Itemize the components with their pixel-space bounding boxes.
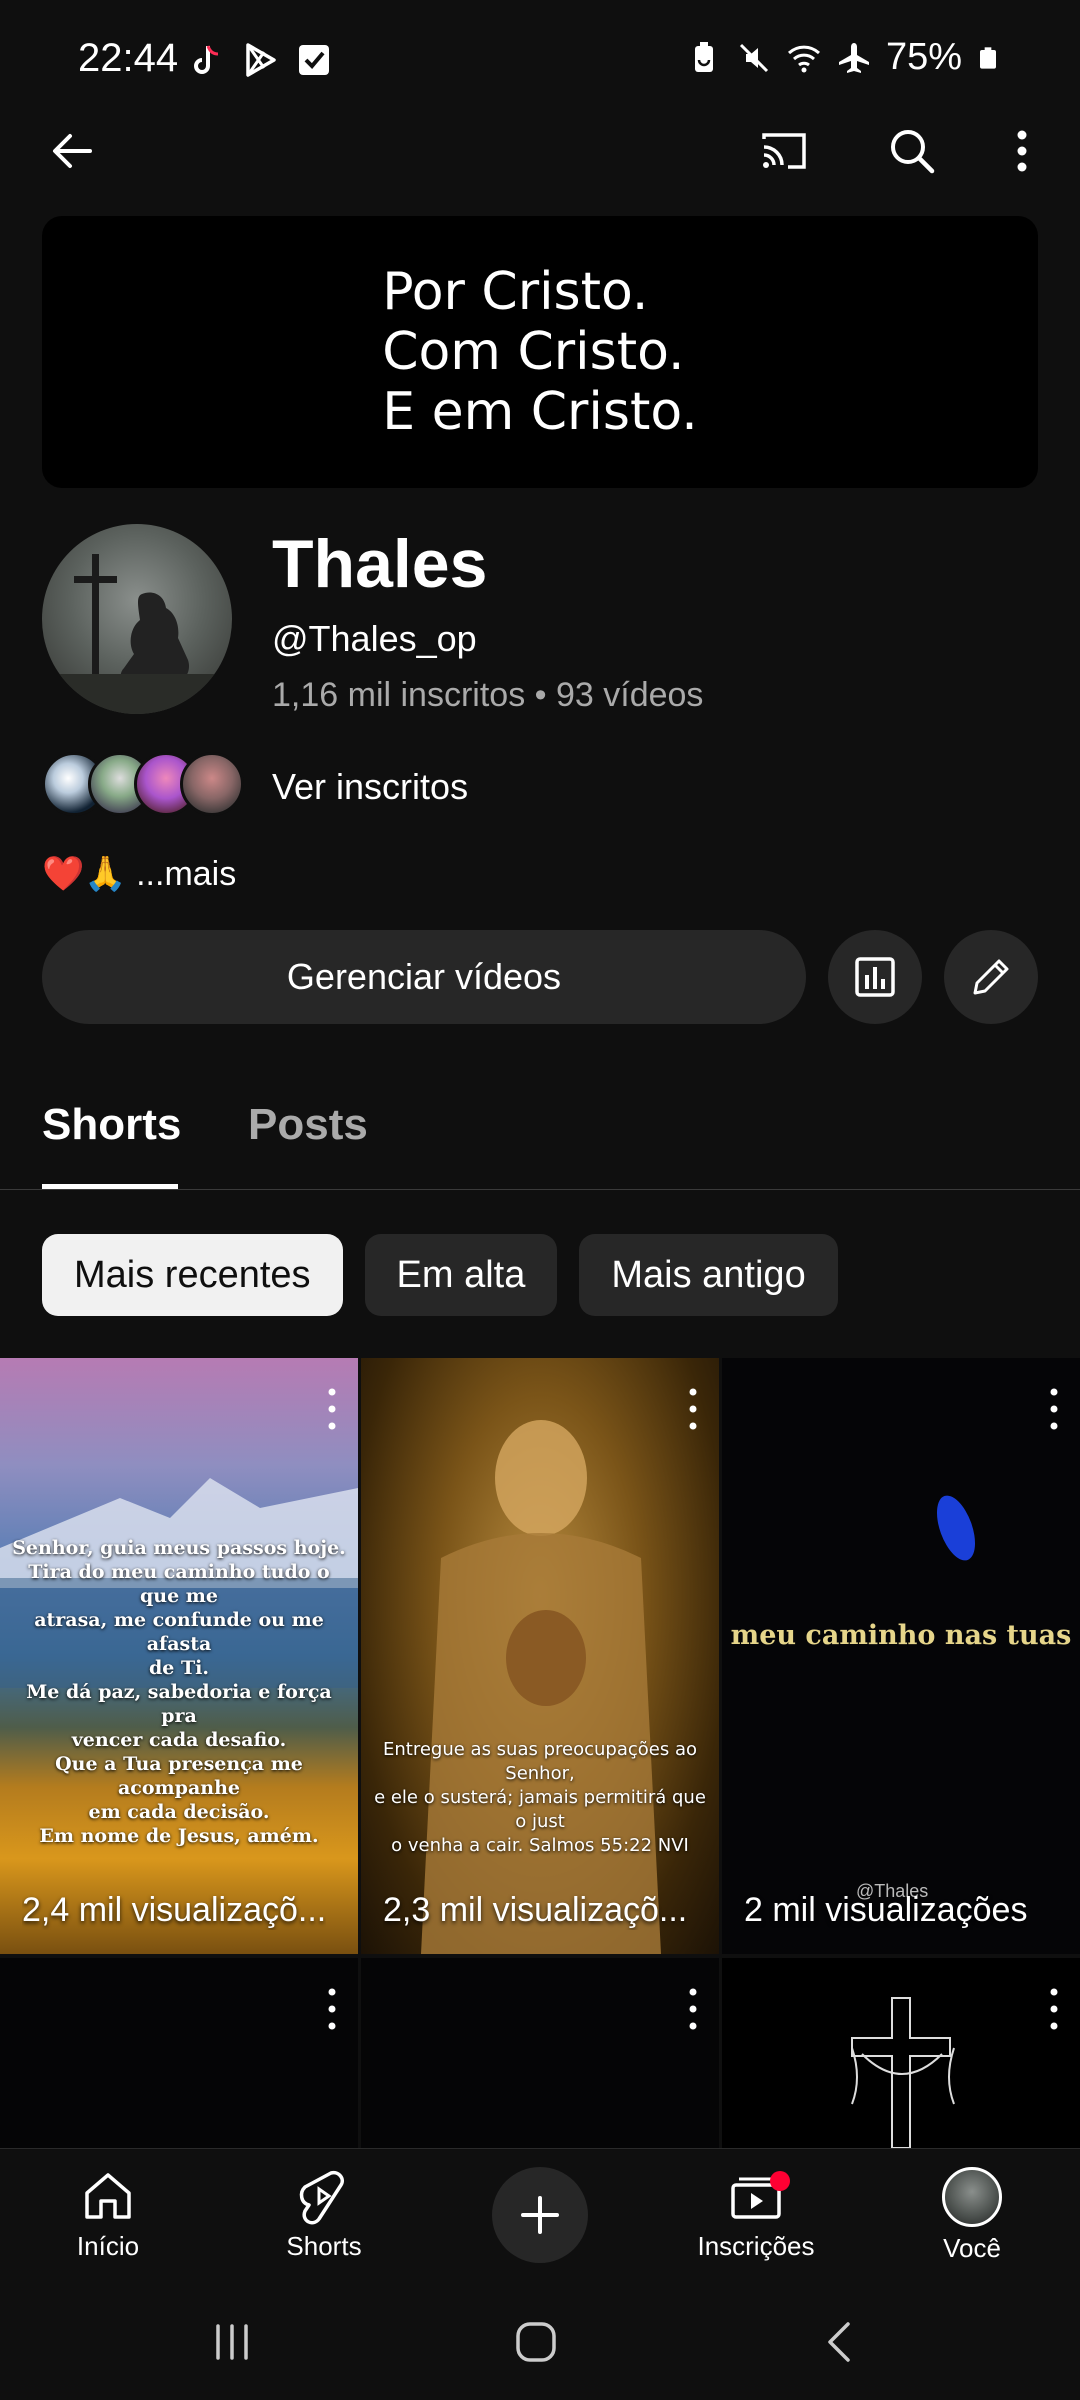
home-button-icon[interactable] [508, 2314, 564, 2370]
notification-dot [770, 2171, 790, 2191]
more-vert-icon[interactable] [996, 125, 1048, 177]
nav-shorts[interactable]: Shorts [244, 2167, 404, 2262]
status-bar: 22:44 75% [0, 0, 1080, 120]
short-views: 2,4 mil visualizaçõ... [22, 1891, 327, 1929]
sort-chips: Mais recentes Em alta Mais antigo [42, 1234, 838, 1316]
jesus-image [421, 1420, 661, 1954]
short-views: 2 mil visualizações [744, 1891, 1028, 1929]
channel-name: Thales [272, 526, 488, 602]
short-overlay-text: Senhor, guia meus passos hoje. Tira do m… [12, 1537, 346, 1847]
bottom-navigation: Início Shorts Inscrições Você [0, 2148, 1080, 2278]
banner-line-3: E em Cristo. [382, 382, 698, 442]
more-vert-icon[interactable] [1048, 1986, 1060, 2032]
view-subscribers-link[interactable]: Ver inscritos [272, 766, 468, 808]
back-button-icon[interactable] [812, 2314, 868, 2370]
short-thumbnail[interactable] [722, 1958, 1080, 2148]
shorts-icon [299, 2170, 344, 2225]
shorts-grid: Senhor, guia meus passos hoje. Tira do m… [0, 1358, 1080, 2148]
knight-cross-image [42, 554, 232, 714]
edit-pencil-icon [973, 959, 1009, 995]
short-thumbnail[interactable] [361, 1958, 719, 2148]
more-vert-icon[interactable] [326, 1986, 338, 2032]
more-vert-icon[interactable] [687, 1386, 699, 1432]
edit-channel-button[interactable] [944, 930, 1038, 1024]
short-overlay-text: Entregue as suas preocupações ao Senhor,… [374, 1739, 706, 1856]
channel-handle: @Thales_op [272, 618, 477, 659]
tab-shorts[interactable]: Shorts [42, 1100, 181, 1150]
create-button[interactable] [492, 2167, 588, 2263]
status-app-icons [186, 40, 334, 80]
nav-home[interactable]: Início [28, 2167, 188, 2262]
tab-active-indicator [42, 1184, 178, 1189]
mute-icon [739, 43, 768, 72]
status-right-icons: 75% [686, 36, 1000, 79]
banner-text: Por Cristo. Com Cristo. E em Cristo. [382, 262, 698, 442]
banner-line-1: Por Cristo. [382, 262, 649, 322]
nav-home-label: Início [76, 2231, 140, 2261]
channel-avatar[interactable] [42, 524, 232, 714]
status-time: 22:44 [78, 36, 179, 80]
nav-shorts-label: Shorts [286, 2231, 362, 2261]
short-views: 2,3 mil visualizaçõ... [383, 1891, 688, 1929]
nav-subscriptions[interactable]: Inscrições [676, 2167, 836, 2262]
blue-light-image [936, 1495, 976, 1561]
short-thumbnail[interactable]: Senhor, guia meus passos hoje. Tira do m… [0, 1358, 358, 1954]
analytics-icon [855, 957, 895, 997]
short-thumbnail[interactable]: Entregue as suas preocupações ao Senhor,… [361, 1358, 719, 1954]
more-vert-icon[interactable] [326, 1386, 338, 1432]
play-store-icon [246, 43, 276, 77]
you-avatar [942, 2167, 1002, 2227]
manage-videos-button[interactable]: Gerenciar vídeos [42, 930, 806, 1024]
battery-percent: 75% [885, 36, 962, 78]
chip-most-recent[interactable]: Mais recentes [42, 1234, 343, 1316]
analytics-button[interactable] [828, 930, 922, 1024]
nav-subscriptions-label: Inscrições [697, 2231, 815, 2261]
tiktok-icon [194, 45, 219, 74]
nav-you-label: Você [943, 2233, 1001, 2263]
search-icon[interactable] [886, 125, 938, 177]
channel-tabs: Shorts Posts [0, 1090, 1080, 1190]
top-app-bar [0, 110, 1080, 192]
short-thumbnail[interactable] [0, 1958, 358, 2148]
subscriber-avatars[interactable] [42, 752, 252, 816]
tab-posts[interactable]: Posts [248, 1100, 368, 1150]
recent-apps-icon[interactable] [204, 2314, 260, 2370]
checkbox-icon [299, 45, 329, 75]
channel-bio[interactable]: ❤️🙏 ...mais [42, 854, 236, 894]
channel-banner: Por Cristo. Com Cristo. E em Cristo. [42, 216, 1038, 488]
create-plus-icon [521, 2196, 559, 2234]
wifi-icon [787, 45, 820, 72]
nav-you[interactable]: Você [892, 2167, 1052, 2264]
chip-trending[interactable]: Em alta [364, 1234, 558, 1316]
more-vert-icon[interactable] [1048, 1386, 1060, 1432]
chip-oldest[interactable]: Mais antigo [579, 1234, 838, 1316]
short-overlay-text: meu caminho nas tuas [730, 1620, 1072, 1651]
channel-stats: 1,16 mil inscritos • 93 vídeos [272, 676, 704, 714]
banner-line-2: Com Cristo. [382, 322, 685, 382]
subscriber-avatar [180, 752, 244, 816]
battery-saver-icon [694, 41, 713, 72]
airplane-icon [838, 42, 869, 73]
battery-icon [980, 46, 996, 69]
short-thumbnail[interactable]: meu caminho nas tuas @Thales 2 mil visua… [722, 1358, 1080, 1954]
home-icon [85, 2173, 131, 2219]
more-vert-icon[interactable] [687, 1986, 699, 2032]
cast-icon[interactable] [758, 125, 810, 177]
system-navigation-bar [0, 2280, 1080, 2400]
cross-drawing-image [851, 1997, 955, 2148]
back-arrow-icon[interactable] [46, 125, 98, 177]
